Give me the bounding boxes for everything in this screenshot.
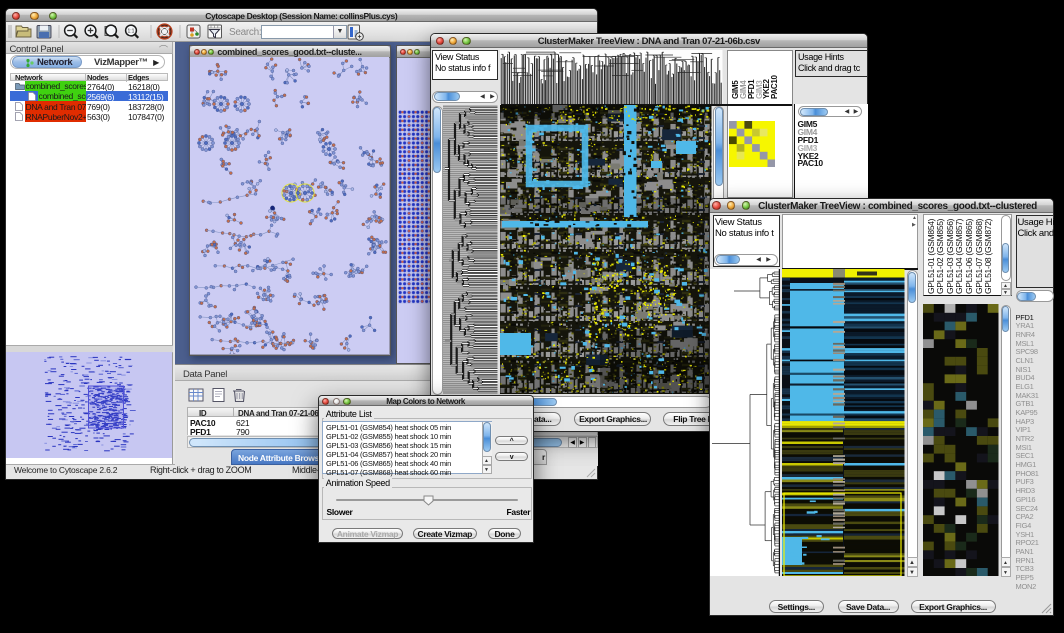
svg-text:1:1: 1:1 — [128, 29, 135, 35]
